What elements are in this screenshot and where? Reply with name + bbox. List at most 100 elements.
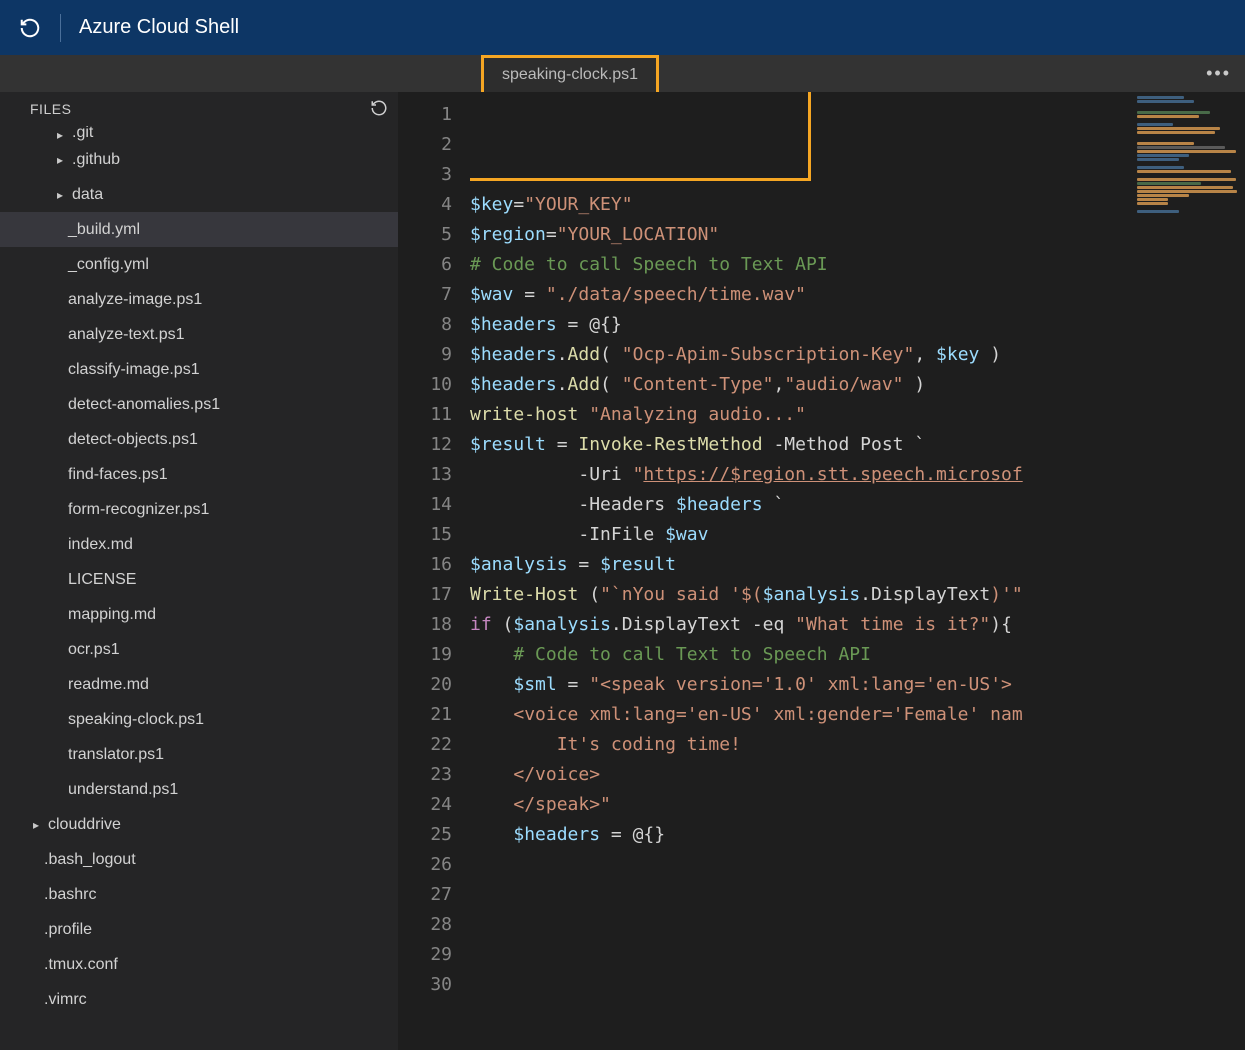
more-icon[interactable]: ••• [1206,63,1231,84]
code-line[interactable]: # Code to call Speech to Text API [470,250,1133,280]
code-line[interactable]: Write-Host ("`nYou said '$($analysis.Dis… [470,580,1133,610]
tree-item[interactable]: .vimrc [0,982,398,1017]
tree-item[interactable]: analyze-text.ps1 [0,317,398,352]
tree-item[interactable]: LICENSE [0,562,398,597]
tree-item-label: analyze-image.ps1 [68,291,202,309]
token-op: = [546,434,579,455]
token-op: = [557,314,590,335]
token-txt [784,614,795,635]
editor-tab[interactable]: speaking-clock.ps1 [481,55,659,92]
code-line[interactable]: $result = Invoke-RestMethod -Method Post… [470,430,1133,460]
tree-item[interactable]: _config.yml [0,247,398,282]
token-var: $result [470,434,546,455]
tree-item[interactable]: .bashrc [0,877,398,912]
line-number: 1 [398,100,470,130]
token-txt: DisplayText [871,584,990,605]
tree-item[interactable]: form-recognizer.ps1 [0,492,398,527]
tree-item-label: clouddrive [48,816,121,834]
token-txt: -Headers [470,494,676,515]
tree-item[interactable]: readme.md [0,667,398,702]
refresh-icon[interactable] [18,16,42,40]
code-line[interactable]: $analysis = $result [470,550,1133,580]
tree-item[interactable]: .profile [0,912,398,947]
code-line[interactable]: -InFile $wav [470,520,1133,550]
tree-item[interactable]: ▸data [0,177,398,212]
tree-item[interactable]: ocr.ps1 [0,632,398,667]
tree-item-label: .vimrc [44,991,87,1009]
code-line[interactable]: It's coding time! [470,730,1133,760]
code-line[interactable]: $headers = @{} [470,310,1133,340]
tree-item[interactable]: ▸.git [0,126,398,142]
code-line[interactable]: $key="YOUR_KEY" [470,190,1133,220]
file-tree[interactable]: ▸.git▸.github▸data_build.yml_config.ymla… [0,126,398,1050]
tree-item[interactable]: ▸clouddrive [0,807,398,842]
token-txt: ( [492,614,514,635]
token-txt [578,404,589,425]
tree-item-label: readme.md [68,676,149,694]
files-refresh-icon[interactable] [370,99,388,120]
tree-item[interactable]: _build.yml [0,212,398,247]
tree-item[interactable]: find-faces.ps1 [0,457,398,492]
line-number: 12 [398,430,470,460]
line-number: 20 [398,670,470,700]
token-var: $headers [513,824,600,845]
tree-item[interactable]: detect-objects.ps1 [0,422,398,457]
code-line[interactable]: write-host "Analyzing audio..." [470,400,1133,430]
line-number: 17 [398,580,470,610]
tree-item-label: data [72,186,103,204]
tree-item[interactable]: mapping.md [0,597,398,632]
code-line[interactable]: </speak>" [470,790,1133,820]
code-line[interactable]: -Uri "https://$region.stt.speech.microso… [470,460,1133,490]
code-line[interactable]: -Headers $headers ` [470,490,1133,520]
token-str: "audio/wav" [784,374,903,395]
tree-item[interactable]: .tmux.conf [0,947,398,982]
tree-item-label: LICENSE [68,571,136,589]
line-number: 24 [398,790,470,820]
token-var: $wav [470,284,513,305]
tree-item[interactable]: speaking-clock.ps1 [0,702,398,737]
tree-item[interactable]: ▸.github [0,142,398,177]
token-cmd: write-host [470,404,578,425]
line-number: 10 [398,370,470,400]
code-line[interactable]: $region="YOUR_LOCATION" [470,220,1133,250]
tree-item[interactable]: understand.ps1 [0,772,398,807]
code-line[interactable]: <voice xml:lang='en-US' xml:gender='Fema… [470,700,1133,730]
code-line[interactable]: $headers = @{} [470,820,1133,850]
token-txt [470,674,513,695]
tree-item-label: .github [72,151,120,169]
token-var: $key [936,344,979,365]
line-number: 30 [398,970,470,1000]
minimap[interactable] [1133,92,1245,1050]
chevron-right-icon: ▸ [54,128,66,142]
line-number: 15 [398,520,470,550]
tree-item-label: .bash_logout [44,851,136,869]
code-line[interactable]: $sml = "<speak version='1.0' xml:lang='e… [470,670,1133,700]
token-var: $sml [513,674,556,695]
token-txt: -Uri [470,464,633,485]
tree-item-label: analyze-text.ps1 [68,326,185,344]
tree-item[interactable]: classify-image.ps1 [0,352,398,387]
code-area[interactable]: $key="YOUR_KEY"$region="YOUR_LOCATION"# … [470,92,1133,1050]
tree-item[interactable]: detect-anomalies.ps1 [0,387,398,422]
tree-item[interactable]: .bash_logout [0,842,398,877]
token-cmd: Invoke-RestMethod [578,434,762,455]
code-line[interactable]: if ($analysis.DisplayText -eq "What time… [470,610,1133,640]
code-line[interactable]: $headers.Add( "Ocp-Apim-Subscription-Key… [470,340,1133,370]
line-number: 28 [398,910,470,940]
code-line[interactable]: $wav = "./data/speech/time.wav" [470,280,1133,310]
token-op: . [557,374,568,395]
token-op: = [568,554,601,575]
token-fn: Add [568,344,601,365]
tree-item[interactable]: analyze-image.ps1 [0,282,398,317]
files-panel-header: FILES [0,92,398,126]
tree-item[interactable]: translator.ps1 [0,737,398,772]
code-editor[interactable]: 1234567891011121314151617181920212223242… [398,92,1245,1050]
line-number: 16 [398,550,470,580]
token-txt [470,824,513,845]
code-line[interactable]: </voice> [470,760,1133,790]
tree-item[interactable]: index.md [0,527,398,562]
token-kw: if [470,614,492,635]
code-line[interactable]: # Code to call Text to Speech API [470,640,1133,670]
token-op: ) [904,374,926,395]
code-line[interactable]: $headers.Add( "Content-Type","audio/wav"… [470,370,1133,400]
